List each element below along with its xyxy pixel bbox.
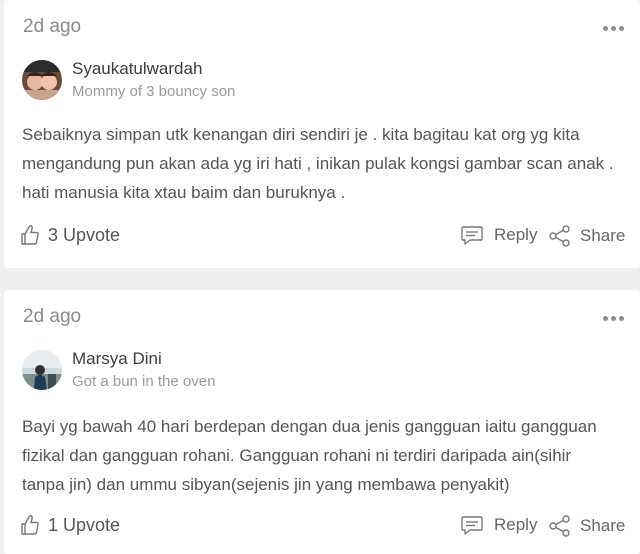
speech-bubble-icon (461, 226, 483, 245)
more-options-button[interactable] (603, 26, 624, 31)
comment-author: Syaukatulwardah Mommy of 3 bouncy son (22, 58, 235, 102)
comment-timestamp: 2d ago (23, 306, 82, 327)
share-label: Share (580, 226, 626, 245)
author-name[interactable]: Marsya Dini (72, 348, 215, 370)
share-button[interactable]: Share (548, 514, 625, 538)
upvote-button[interactable]: 1 Upvote (20, 514, 120, 536)
reply-label: Reply (494, 515, 538, 534)
comment-author: Marsya Dini Got a bun in the oven (22, 348, 215, 392)
comment-actions: 1 Upvote Reply Share (4, 514, 640, 542)
upvote-button[interactable]: 3 Upvote (20, 224, 120, 246)
more-dots-icon (603, 26, 608, 31)
upvote-label: 3 Upvote (48, 224, 121, 245)
reply-button[interactable]: Reply (460, 514, 537, 536)
share-button[interactable]: Share (548, 224, 625, 248)
share-label: Share (580, 516, 626, 535)
comment-card: 2d ago Marsya Dini Got a bun in the oven (4, 290, 640, 554)
reply-label: Reply (494, 225, 538, 244)
share-nodes-icon (549, 515, 570, 537)
comment-text: Bayi yg bawah 40 hari berdepan dengan du… (22, 417, 597, 494)
comment-card: 2d ago Syaukatulwardah Mommy of 3 bouncy… (4, 0, 640, 268)
more-options-button[interactable] (603, 316, 624, 321)
more-dots-icon (603, 316, 608, 321)
reply-button[interactable]: Reply (460, 224, 537, 246)
comment-actions: 3 Upvote Reply Share (4, 224, 640, 252)
thumbs-up-icon (21, 514, 39, 535)
author-tagline: Mommy of 3 bouncy son (72, 83, 236, 100)
share-nodes-icon (549, 225, 570, 247)
avatar[interactable] (22, 60, 62, 100)
speech-bubble-icon (461, 516, 483, 535)
comment-feed: 2d ago Syaukatulwardah Mommy of 3 bouncy… (0, 0, 640, 554)
comment-text: Sebaiknya simpan utk kenangan diri sendi… (22, 125, 614, 202)
avatar[interactable] (22, 350, 62, 390)
thumbs-up-icon (21, 224, 39, 245)
upvote-label: 1 Upvote (48, 514, 121, 535)
author-tagline: Got a bun in the oven (72, 373, 216, 390)
comment-timestamp: 2d ago (23, 16, 82, 37)
author-name[interactable]: Syaukatulwardah (72, 58, 235, 80)
